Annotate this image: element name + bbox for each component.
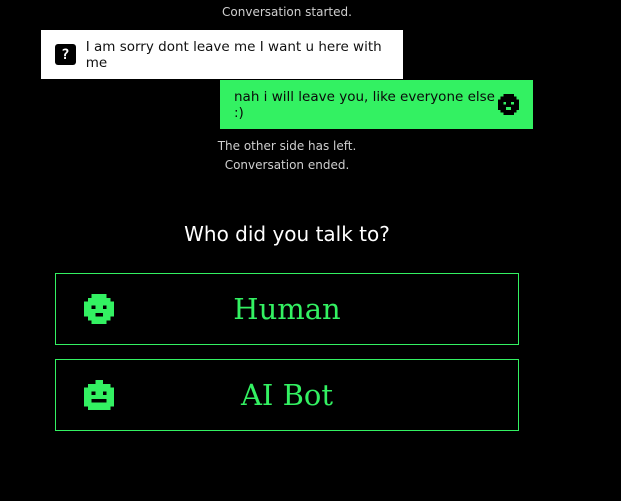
- other-side-left-status: The other side has left.: [217, 139, 357, 153]
- question-mark-icon: ?: [55, 44, 76, 65]
- human-choice-button[interactable]: Human: [55, 273, 519, 345]
- robot-face-icon: [84, 380, 114, 410]
- message-text: I am sorry dont leave me I want u here w…: [85, 38, 382, 71]
- guess-question-heading: Who did you talk to?: [184, 222, 390, 246]
- conversation-ended-status: Conversation ended.: [224, 158, 350, 172]
- human-face-icon: [84, 294, 114, 324]
- message-from-self: nah i will leave you, like everyone else…: [220, 80, 533, 129]
- smiley-avatar-icon: [498, 94, 519, 115]
- message-from-other: ? I am sorry dont leave me I want u here…: [41, 30, 403, 79]
- ai-bot-choice-button[interactable]: AI Bot: [55, 359, 519, 431]
- ai-bot-choice-label: AI Bot: [240, 378, 334, 412]
- conversation-started-status: Conversation started.: [222, 5, 352, 19]
- message-text: nah i will leave you, like everyone else…: [234, 88, 495, 121]
- human-choice-label: Human: [233, 292, 341, 326]
